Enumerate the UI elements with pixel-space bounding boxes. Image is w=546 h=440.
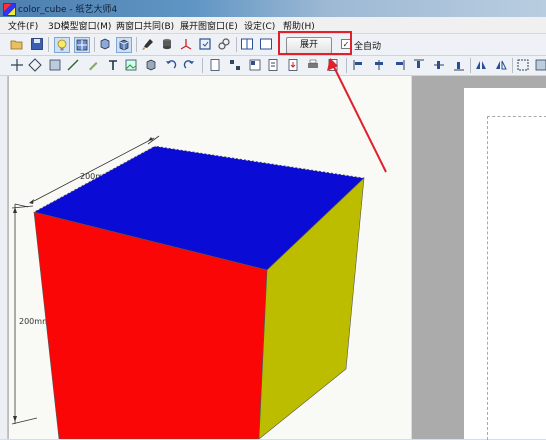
line-tool-icon[interactable] <box>66 58 80 72</box>
edit-toolbar <box>0 56 546 76</box>
expand-button-highlight <box>278 31 352 55</box>
cube-model: 200mm 200mm <box>11 135 365 439</box>
align-bottom-icon[interactable] <box>452 58 466 72</box>
box-icon[interactable] <box>144 58 158 72</box>
page-setup-icon[interactable] <box>266 58 280 72</box>
lightbulb-icon[interactable] <box>54 37 70 53</box>
window-title: color_cube - 纸艺大师4 <box>18 5 118 15</box>
redo-icon[interactable] <box>182 58 196 72</box>
single-view-icon[interactable] <box>259 37 273 51</box>
menu-unfold-window[interactable]: 展开图窗口(E) <box>180 19 238 32</box>
main-toolbar <box>0 34 546 56</box>
unfold-2d-view[interactable] <box>412 76 546 440</box>
align-top-icon[interactable] <box>412 58 426 72</box>
split-view-icon[interactable] <box>240 37 254 51</box>
menu-settings[interactable]: 设定(C) <box>244 19 275 32</box>
view-model-icon[interactable] <box>116 37 132 53</box>
align-center-icon[interactable] <box>372 58 386 72</box>
move-icon[interactable] <box>10 58 24 72</box>
align-left-icon[interactable] <box>352 58 366 72</box>
diamond-icon[interactable] <box>28 58 42 72</box>
fit-view-icon[interactable] <box>516 58 530 72</box>
pencil-icon[interactable] <box>86 58 100 72</box>
page-icon[interactable] <box>208 58 222 72</box>
axis-icon[interactable] <box>179 37 193 51</box>
zoom-icon[interactable] <box>534 58 546 72</box>
print-icon[interactable] <box>306 58 320 72</box>
menu-bar: 文件(F) 3D模型窗口(M) 两窗口共同(B) 展开图窗口(E) 设定(C) … <box>0 17 546 34</box>
image-icon[interactable] <box>124 58 138 72</box>
paper-icon[interactable] <box>326 58 340 72</box>
left-dimension-label: 200mm <box>19 317 50 326</box>
rotate-model-icon[interactable] <box>98 37 112 51</box>
undo-icon[interactable] <box>164 58 178 72</box>
save-icon[interactable] <box>30 37 44 51</box>
pattern-icon[interactable] <box>228 58 242 72</box>
paint-brush-icon[interactable] <box>141 37 155 51</box>
app-icon <box>3 3 16 16</box>
menu-3d-model-window[interactable]: 3D模型窗口(M) <box>48 19 111 32</box>
text-tool-icon[interactable] <box>106 58 120 72</box>
page-margin-guide <box>487 116 546 440</box>
cylinder-icon[interactable] <box>160 37 174 51</box>
texture-icon[interactable] <box>74 37 90 53</box>
export-icon[interactable] <box>286 58 300 72</box>
model-3d-view[interactable]: 200mm 200mm <box>8 76 411 439</box>
align-right-icon[interactable] <box>392 58 406 72</box>
auto-checkbox-label: 全自动 <box>354 42 382 52</box>
select-face-icon[interactable] <box>198 37 212 51</box>
align-middle-icon[interactable] <box>432 58 446 72</box>
flip-icon[interactable] <box>474 58 488 72</box>
open-folder-icon[interactable] <box>10 37 24 51</box>
menu-file[interactable]: 文件(F) <box>8 19 38 32</box>
title-bar: color_cube - 纸艺大师4 <box>0 0 546 17</box>
left-panel <box>0 76 8 439</box>
grid-icon[interactable] <box>48 58 62 72</box>
menu-both-windows[interactable]: 两窗口共同(B) <box>116 19 174 32</box>
mirror-icon[interactable] <box>494 58 508 72</box>
link-icon[interactable] <box>217 37 231 51</box>
layout-icon[interactable] <box>248 58 262 72</box>
